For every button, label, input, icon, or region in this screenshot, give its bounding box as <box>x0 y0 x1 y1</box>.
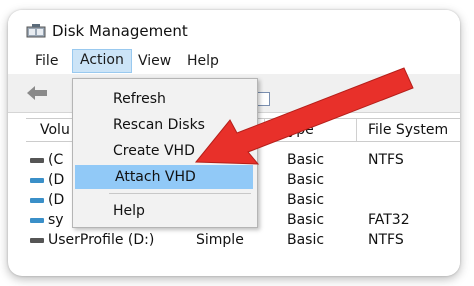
red-arrow-annotation <box>194 67 414 165</box>
disk-management-window: Disk Management File Action View Help Vo… <box>8 10 460 276</box>
